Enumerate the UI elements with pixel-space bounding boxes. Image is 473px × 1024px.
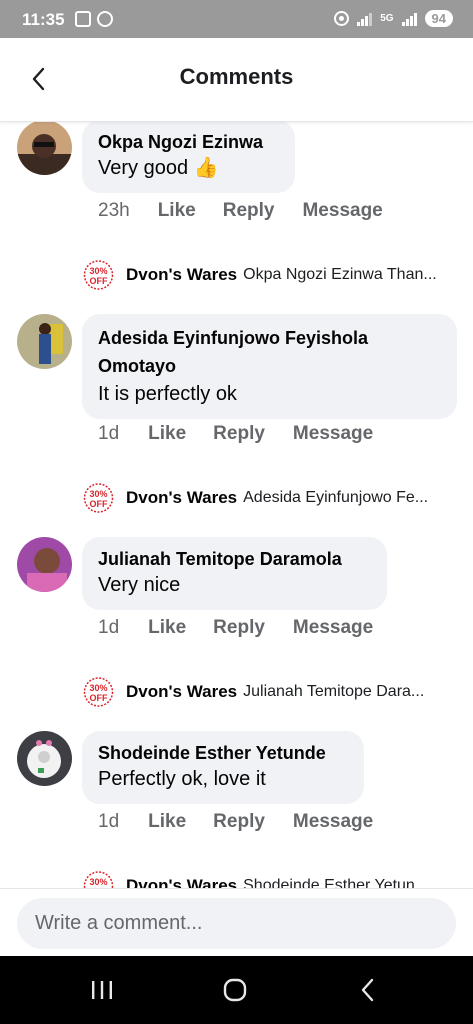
header: Comments bbox=[0, 38, 473, 122]
comment-text: Perfectly ok, love it bbox=[98, 768, 266, 790]
comment-actions: 1d Like Reply Message bbox=[98, 423, 395, 445]
like-button[interactable]: Like bbox=[148, 423, 186, 445]
avatar[interactable] bbox=[17, 537, 72, 592]
reply-button[interactable]: Reply bbox=[213, 811, 265, 833]
reply-preview[interactable]: 30% OFF Dvon's Wares Okpa Ngozi Ezinwa Th… bbox=[82, 260, 462, 290]
avatar[interactable] bbox=[17, 731, 72, 786]
svg-text:OFF: OFF bbox=[90, 276, 108, 286]
comment-author[interactable]: Adesida Eyinfunjowo Feyishola Omotayo bbox=[98, 324, 441, 380]
avatar[interactable] bbox=[17, 314, 72, 369]
comment-time: 23h bbox=[98, 200, 130, 221]
status-notification-icons bbox=[75, 11, 113, 27]
reply-preview[interactable]: 30% OFF Dvon's Wares Adesida Eyinfunjowo … bbox=[82, 483, 462, 513]
comment-time: 1d bbox=[98, 811, 120, 832]
reply-preview[interactable]: 30%OFF Dvon's Wares Shodeinde Esther Yet… bbox=[82, 871, 462, 888]
avatar[interactable] bbox=[17, 122, 72, 175]
comment-actions: 1d Like Reply Message bbox=[98, 811, 395, 833]
comment-actions: 23h Like Reply Message bbox=[98, 200, 405, 222]
message-button[interactable]: Message bbox=[302, 200, 382, 222]
reply-text: Julianah Temitope Dara... bbox=[243, 683, 425, 700]
svg-text:30%: 30% bbox=[89, 683, 107, 693]
reply-text: Okpa Ngozi Ezinwa Than... bbox=[243, 266, 437, 283]
reply-text: Shodeinde Esther Yetun... bbox=[243, 877, 429, 888]
signal-icon bbox=[357, 12, 373, 26]
comments-list[interactable]: Okpa Ngozi Ezinwa Very good 👍 23h Like R… bbox=[0, 122, 473, 888]
comment-text: It is perfectly ok bbox=[98, 383, 237, 405]
comment-actions: 1d Like Reply Message bbox=[98, 617, 395, 639]
reply-author[interactable]: Dvon's Wares bbox=[126, 876, 237, 888]
reply-preview[interactable]: 30% OFF Dvon's Wares Julianah Temitope Da… bbox=[82, 677, 462, 707]
comment-bubble[interactable]: Okpa Ngozi Ezinwa Very good 👍 bbox=[82, 122, 295, 193]
signal-icon-2 bbox=[401, 12, 417, 26]
battery-level: 94 bbox=[424, 10, 453, 27]
home-button[interactable] bbox=[215, 976, 255, 1004]
whatsapp-icon bbox=[97, 11, 113, 27]
comment-time: 1d bbox=[98, 423, 120, 444]
reply-button[interactable]: Reply bbox=[223, 200, 275, 222]
comment-time: 1d bbox=[98, 617, 120, 638]
comment-bubble[interactable]: Adesida Eyinfunjowo Feyishola Omotayo It… bbox=[82, 314, 457, 419]
status-time: 11:35 bbox=[22, 10, 65, 29]
svg-text:30%: 30% bbox=[89, 266, 107, 276]
like-button[interactable]: Like bbox=[148, 617, 186, 639]
message-button[interactable]: Message bbox=[293, 617, 373, 639]
hotspot-icon bbox=[334, 11, 350, 26]
comment-author[interactable]: Julianah Temitope Daramola bbox=[98, 547, 371, 571]
svg-text:OFF: OFF bbox=[90, 693, 108, 703]
svg-text:30%: 30% bbox=[89, 877, 107, 887]
screenshot-icon bbox=[75, 11, 91, 27]
comment-input[interactable] bbox=[17, 898, 456, 949]
status-bar: 11:35 5G 94 bbox=[0, 0, 473, 38]
comment-composer bbox=[0, 888, 473, 956]
reply-author[interactable]: Dvon's Wares bbox=[126, 488, 237, 508]
comment-text: Very good 👍 bbox=[98, 157, 219, 179]
reply-text: Adesida Eyinfunjowo Fe... bbox=[243, 489, 429, 506]
nav-back-icon bbox=[361, 978, 374, 1002]
comment-bubble[interactable]: Shodeinde Esther Yetunde Perfectly ok, l… bbox=[82, 731, 364, 804]
recent-apps-icon bbox=[92, 981, 112, 999]
store-logo-icon: 30%OFF bbox=[83, 871, 114, 888]
store-logo-icon: 30%OFF bbox=[83, 677, 114, 707]
reply-button[interactable]: Reply bbox=[213, 423, 265, 445]
like-button[interactable]: Like bbox=[148, 811, 186, 833]
status-right: 5G 94 bbox=[334, 10, 453, 27]
home-icon bbox=[223, 978, 247, 1002]
reply-button[interactable]: Reply bbox=[213, 617, 265, 639]
svg-text:OFF: OFF bbox=[90, 499, 108, 509]
reply-author[interactable]: Dvon's Wares bbox=[126, 682, 237, 702]
message-button[interactable]: Message bbox=[293, 423, 373, 445]
comment-author[interactable]: Shodeinde Esther Yetunde bbox=[98, 741, 348, 765]
page-title: Comments bbox=[179, 64, 294, 89]
nav-back-button[interactable] bbox=[348, 976, 388, 1004]
comment-text: Very nice bbox=[98, 574, 181, 596]
message-button[interactable]: Message bbox=[293, 811, 373, 833]
system-nav-bar bbox=[0, 956, 473, 1024]
comment-author[interactable]: Okpa Ngozi Ezinwa bbox=[98, 130, 279, 154]
network-type: 5G bbox=[380, 13, 394, 24]
recent-apps-button[interactable] bbox=[82, 976, 122, 1004]
like-button[interactable]: Like bbox=[158, 200, 196, 222]
reply-author[interactable]: Dvon's Wares bbox=[126, 265, 237, 285]
comment-bubble[interactable]: Julianah Temitope Daramola Very nice bbox=[82, 537, 387, 610]
store-logo-icon: 30%OFF bbox=[83, 483, 114, 513]
svg-text:30%: 30% bbox=[89, 489, 107, 499]
store-logo-icon: 30%OFF bbox=[83, 260, 114, 290]
